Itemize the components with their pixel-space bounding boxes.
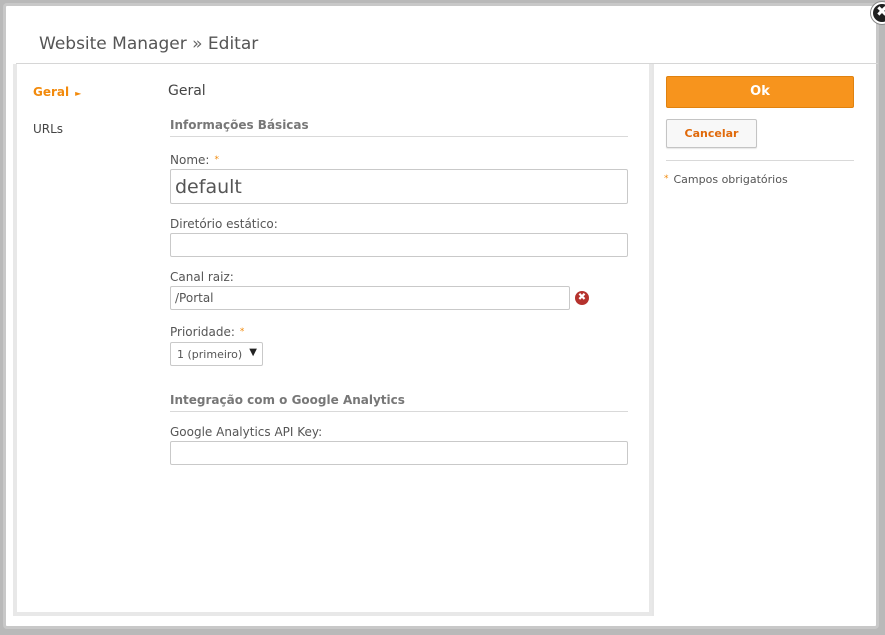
dialog-title-action: Editar	[207, 34, 259, 54]
basic-info-heading: Informações Básicas	[170, 118, 309, 132]
dialog-title: Website Manager » Editar	[39, 34, 258, 54]
required-fields-note-text: Campos obrigatórios	[673, 173, 788, 186]
dialog-title-app: Website Manager	[39, 34, 187, 54]
analytics-key-label: Google Analytics API Key:	[170, 425, 323, 439]
static-dir-input[interactable]	[170, 233, 628, 257]
required-fields-note: * Campos obrigatórios	[664, 173, 788, 186]
name-label-text: Nome:	[170, 153, 210, 167]
dialog-title-separator: »	[192, 34, 203, 54]
chevron-down-icon: ▼	[249, 347, 257, 358]
nav-item-urls[interactable]: URLs	[33, 122, 63, 136]
basic-info-divider	[170, 136, 628, 137]
nav-item-geral[interactable]: Geral ►	[33, 85, 81, 99]
cancel-button[interactable]: Cancelar	[666, 119, 757, 148]
name-label: Nome: *	[170, 153, 219, 167]
clear-icon[interactable]: ✖	[575, 291, 589, 305]
root-channel-label: Canal raiz:	[170, 270, 234, 284]
section-title: Geral	[168, 83, 206, 99]
sidebar-divider	[652, 64, 654, 616]
required-icon: *	[664, 174, 669, 184]
required-icon: *	[239, 327, 245, 337]
content-panel	[13, 64, 653, 616]
priority-select[interactable]: 1 (primeiro) ▼	[170, 342, 263, 366]
nav-item-geral-label: Geral	[33, 85, 70, 99]
active-arrow-icon: ►	[75, 89, 82, 98]
priority-label-text: Prioridade:	[170, 325, 235, 339]
close-icon[interactable]: ✖	[871, 2, 885, 24]
root-channel-input[interactable]	[170, 286, 570, 310]
priority-select-value: 1 (primeiro)	[177, 348, 243, 361]
ok-button[interactable]: Ok	[666, 76, 854, 108]
actions-divider	[666, 160, 854, 161]
priority-label: Prioridade: *	[170, 325, 244, 339]
analytics-key-input[interactable]	[170, 441, 628, 465]
required-icon: *	[214, 155, 219, 165]
analytics-divider	[170, 411, 628, 412]
name-input[interactable]	[170, 169, 628, 204]
analytics-heading: Integração com o Google Analytics	[170, 393, 405, 407]
static-dir-label: Diretório estático:	[170, 217, 278, 231]
